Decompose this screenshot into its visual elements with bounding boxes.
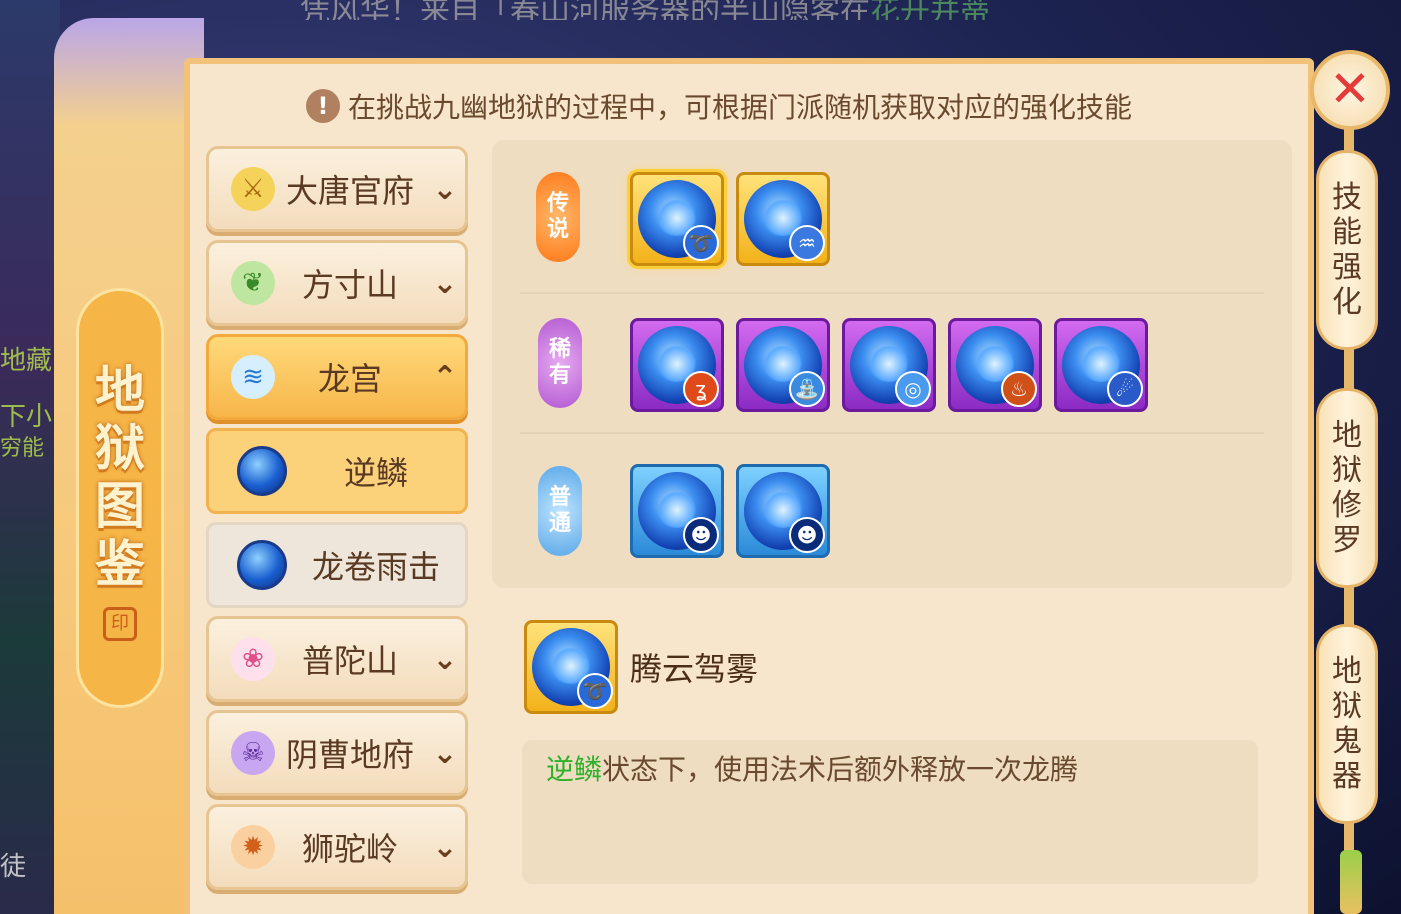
- demon-mask-icon: ☻: [789, 517, 825, 553]
- water-spout-icon: ⛲: [789, 371, 825, 407]
- selected-skill-icon: ➰: [524, 620, 618, 714]
- title-char: 鉴: [95, 535, 145, 593]
- skull-icon: ☠: [231, 731, 275, 775]
- tier-divider: [520, 292, 1264, 294]
- tier-label: 普通: [548, 485, 571, 536]
- sect-item-shituo[interactable]: ✹ 狮驼岭 ⌄: [206, 804, 468, 890]
- chevron-down-icon: ⌄: [432, 829, 458, 865]
- notice-text: 在挑战九幽地狱的过程中，可根据门派随机获取对应的强化技能: [348, 91, 1133, 124]
- sub-item-longjuan[interactable]: 龙卷雨击: [206, 522, 468, 608]
- tab-label: 地狱修罗: [1332, 418, 1362, 558]
- skill-description: 逆鳞状态下，使用法术后额外释放一次龙腾: [522, 740, 1258, 884]
- sect-label: 狮驼岭: [301, 830, 398, 868]
- sect-label: 龙宫: [317, 360, 382, 398]
- tab-skill-enhance[interactable]: 技能强化: [1316, 150, 1378, 350]
- ticker-text: 凭风华！来自「春山河服务器的半山隐客在: [300, 0, 870, 20]
- title-char: 地: [95, 361, 145, 419]
- sect-label: 阴曹地府: [285, 736, 414, 774]
- skill-card-common-2[interactable]: ☻: [736, 464, 830, 558]
- leaf-icon: ❦: [231, 261, 275, 305]
- whirlpool-icon: ◎: [895, 371, 931, 407]
- tab-hell-ghost-artifact[interactable]: 地狱鬼器: [1316, 624, 1378, 824]
- description-text: 状态下，使用法术后额外释放一次龙腾: [602, 753, 1079, 786]
- sect-item-fangcun[interactable]: ❦ 方寸山 ⌄: [206, 240, 468, 326]
- title-char: 图: [95, 477, 145, 535]
- sword-icon: ⚔: [231, 167, 275, 211]
- lion-icon: ✹: [231, 825, 275, 869]
- sect-item-longgong[interactable]: ≋ 龙宫 ⌃: [206, 334, 468, 420]
- skill-card-rare-3[interactable]: ◎: [842, 318, 936, 412]
- background-text: 地藏: [0, 346, 53, 376]
- background-text: 徒: [0, 852, 27, 882]
- chevron-down-icon: ⌄: [432, 265, 458, 301]
- cloud-swirl-icon: ➰: [577, 673, 613, 709]
- demon-mask-icon: ☻: [683, 517, 719, 553]
- description-keyword: 逆鳞: [546, 753, 603, 786]
- tier-badge-rare: 稀有: [538, 318, 582, 408]
- hell-atlas-title: 地 狱 图 鉴 印: [76, 288, 164, 708]
- sect-label: 方寸山: [301, 266, 398, 304]
- spirit-icon: ☄: [1107, 371, 1143, 407]
- broadcast-ticker: 凭风华！来自「春山河服务器的半山隐客在花开并蒂: [300, 0, 1200, 20]
- tier-label: 稀有: [548, 337, 571, 388]
- sect-label: 普陀山: [301, 642, 398, 680]
- nilin-skill-icon: [237, 446, 287, 496]
- dragon-head-icon: ♒: [789, 225, 825, 261]
- tab-label: 地狱鬼器: [1332, 654, 1362, 794]
- selected-skill-name: 腾云驾雾: [630, 650, 759, 688]
- background-text: 穷能: [0, 436, 45, 461]
- background-text: 下小: [0, 402, 53, 432]
- wave-icon: ≋: [231, 355, 275, 399]
- seal-icon: 印: [103, 607, 137, 641]
- sect-item-yincao[interactable]: ☠ 阴曹地府 ⌄: [206, 710, 468, 796]
- skill-card-legend-1[interactable]: ➰: [630, 172, 724, 266]
- skill-card-legend-2[interactable]: ♒: [736, 172, 830, 266]
- tassel-ornament: [1340, 850, 1362, 914]
- sect-item-putuo[interactable]: ❀ 普陀山 ⌄: [206, 616, 468, 702]
- fire-dragon-icon: ʓ: [683, 371, 719, 407]
- sect-label: 大唐官府: [285, 172, 414, 210]
- chevron-down-icon: ⌄: [432, 735, 458, 771]
- tier-divider: [520, 432, 1264, 434]
- tab-label: 技能强化: [1332, 180, 1362, 320]
- lotus-icon: ❀: [231, 637, 275, 681]
- sub-item-nilin[interactable]: 逆鳞: [206, 428, 468, 514]
- tab-hell-asura[interactable]: 地狱修罗: [1316, 388, 1378, 588]
- chevron-up-icon: ⌃: [432, 359, 458, 395]
- chevron-down-icon: ⌄: [432, 171, 458, 207]
- ticker-highlight: 花开并蒂: [870, 0, 990, 20]
- warning-icon: !: [306, 89, 340, 123]
- tier-badge-legend: 传说: [536, 172, 580, 262]
- sub-item-label: 逆鳞: [343, 454, 408, 492]
- skill-card-rare-4[interactable]: ♨: [948, 318, 1042, 412]
- flame-icon: ♨: [1001, 371, 1037, 407]
- title-char: 狱: [95, 419, 145, 477]
- skill-card-common-1[interactable]: ☻: [630, 464, 724, 558]
- skill-card-rare-1[interactable]: ʓ: [630, 318, 724, 412]
- sect-item-datang[interactable]: ⚔ 大唐官府 ⌄: [206, 146, 468, 232]
- skill-card-rare-2[interactable]: ⛲: [736, 318, 830, 412]
- skill-card-rare-5[interactable]: ☄: [1054, 318, 1148, 412]
- tier-badge-common: 普通: [538, 466, 582, 556]
- close-button[interactable]: ✕: [1310, 50, 1390, 130]
- tier-label: 传说: [546, 191, 569, 242]
- sub-item-label: 龙卷雨击: [311, 548, 440, 586]
- cloud-swirl-icon: ➰: [683, 225, 719, 261]
- notice-bar: ! 在挑战九幽地狱的过程中，可根据门派随机获取对应的强化技能: [306, 86, 1132, 126]
- longjuan-skill-icon: [237, 540, 287, 590]
- chevron-down-icon: ⌄: [432, 641, 458, 677]
